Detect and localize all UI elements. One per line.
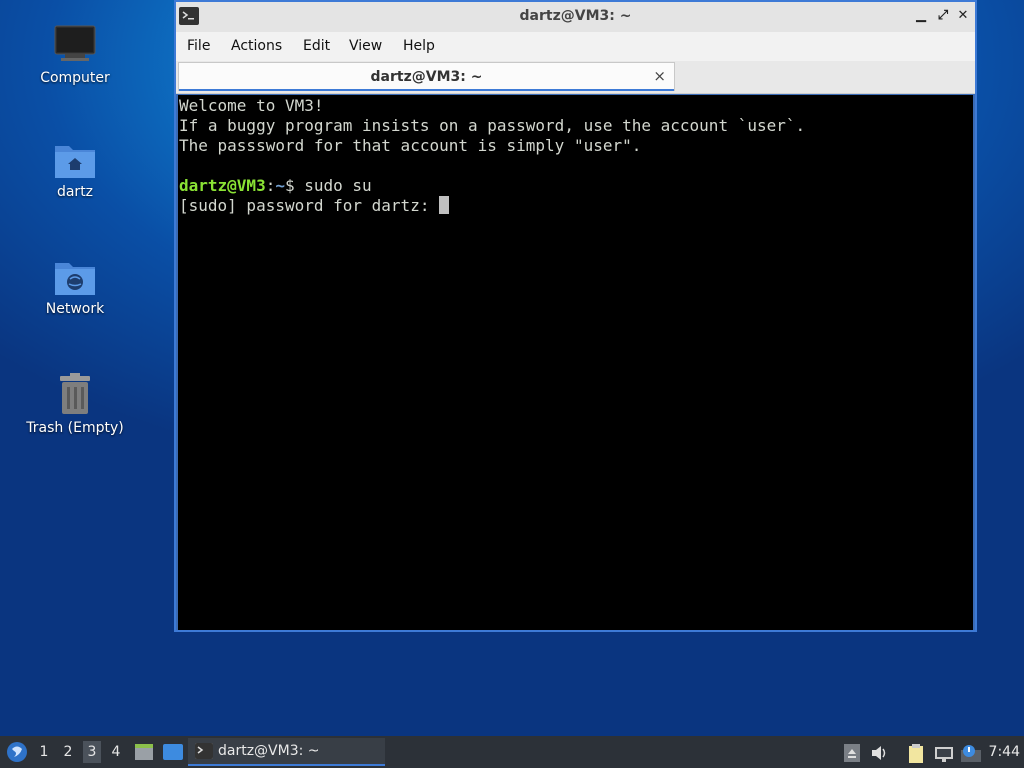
- file-manager-launcher[interactable]: [134, 742, 154, 766]
- desktop-icon: [163, 744, 183, 760]
- trash-icon: [60, 373, 90, 414]
- prompt-user: dartz@VM3: [179, 176, 266, 195]
- maximize-button[interactable]: ⤢: [935, 8, 951, 24]
- workspace-2[interactable]: 2: [59, 744, 77, 760]
- home-folder-icon: [55, 146, 95, 178]
- menu-bar: File Actions Edit View Help: [176, 32, 975, 61]
- workspace-4[interactable]: 4: [107, 744, 125, 760]
- taskbar: 1 2 3 4 dartz@VM3: ~ 7:44: [0, 736, 1024, 768]
- window-titlebar[interactable]: dartz@VM3: ~ ▁ ⤢ ✕: [176, 2, 975, 32]
- show-desktop-button[interactable]: [162, 742, 184, 766]
- terminal-line: Welcome to VM3!: [179, 96, 324, 115]
- terminal-prompt-line: dartz@VM3:~$ sudo su: [179, 176, 973, 196]
- minimize-button[interactable]: ▁: [913, 8, 929, 24]
- terminal-output[interactable]: Welcome to VM3! If a buggy program insis…: [178, 95, 973, 630]
- window-title: dartz@VM3: ~: [519, 8, 632, 24]
- prompt-path: ~: [275, 176, 285, 195]
- prompt-separator: :: [265, 176, 276, 195]
- menu-help[interactable]: Help: [403, 38, 435, 54]
- tab-active-indicator: [179, 89, 674, 91]
- tray-network[interactable]: [934, 744, 954, 768]
- text-cursor: [439, 196, 450, 214]
- desktop-icon-computer[interactable]: Computer: [20, 22, 130, 86]
- terminal-window: dartz@VM3: ~ ▁ ⤢ ✕ File Actions Edit Vie…: [174, 0, 977, 632]
- clipboard-icon: [909, 744, 923, 763]
- desktop-icon-trash[interactable]: Trash (Empty): [20, 372, 130, 436]
- menu-edit[interactable]: Edit: [303, 38, 330, 54]
- desktop-icon-home[interactable]: dartz: [20, 140, 130, 200]
- desktop-icon-label: Network: [45, 301, 105, 317]
- start-menu-button[interactable]: [6, 741, 28, 763]
- notification-icon: [961, 745, 981, 762]
- terminal-sudo-line: [sudo] password for dartz:: [179, 196, 973, 216]
- task-label: dartz@VM3: ~: [218, 743, 320, 759]
- volume-icon: [872, 746, 886, 760]
- computer-icon: [54, 25, 96, 61]
- workspace-3[interactable]: 3: [83, 741, 101, 763]
- file-manager-icon: [135, 744, 153, 760]
- tray-updates[interactable]: [844, 744, 860, 766]
- desktop-icon-label: Trash (Empty): [26, 420, 124, 436]
- sudo-password-prompt: [sudo] password for dartz:: [179, 196, 440, 215]
- menu-view[interactable]: View: [349, 38, 382, 54]
- network-icon: [935, 747, 953, 762]
- tray-clipboard[interactable]: [906, 744, 926, 768]
- network-folder-icon: [55, 263, 95, 295]
- tab-terminal[interactable]: dartz@VM3: ~ ×: [178, 62, 675, 91]
- eject-icon: [844, 744, 860, 762]
- terminal-line: If a buggy program insists on a password…: [179, 116, 806, 135]
- terminal-line: The passsword for that account is simply…: [179, 136, 642, 155]
- menu-actions[interactable]: Actions: [231, 38, 282, 54]
- terminal-task-icon: [195, 743, 213, 759]
- tray-volume[interactable]: [870, 744, 888, 766]
- desktop-icon-network[interactable]: Network: [20, 257, 130, 317]
- desktop-icon-label: dartz: [56, 184, 94, 200]
- lxqt-logo-icon: [7, 742, 27, 762]
- close-button[interactable]: ✕: [955, 8, 971, 24]
- menu-file[interactable]: File: [187, 38, 210, 54]
- clock[interactable]: 7:44: [989, 744, 1020, 760]
- tab-bar: dartz@VM3: ~ ×: [176, 61, 975, 94]
- taskbar-task-terminal[interactable]: dartz@VM3: ~: [188, 738, 385, 766]
- tray-notifications[interactable]: [960, 744, 982, 768]
- tab-label: dartz@VM3: ~: [370, 69, 483, 85]
- desktop-icon-label: Computer: [40, 70, 110, 86]
- terminal-command: sudo su: [304, 176, 372, 195]
- prompt-symbol: $: [284, 176, 305, 195]
- workspace-1[interactable]: 1: [35, 744, 53, 760]
- tab-close-icon[interactable]: ×: [653, 67, 666, 85]
